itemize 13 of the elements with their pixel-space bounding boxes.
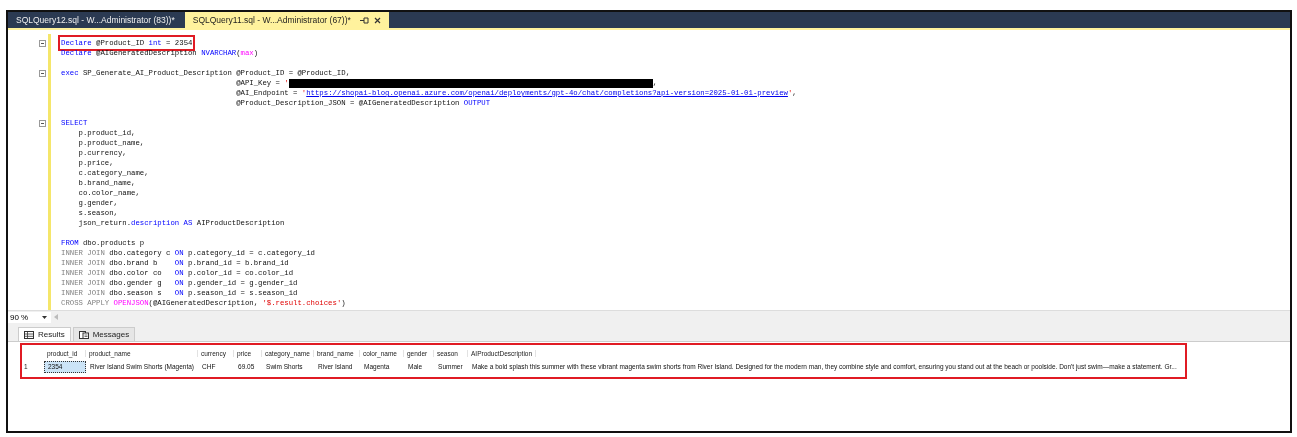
zoom-dropdown[interactable]: 90 % <box>8 311 52 323</box>
collapse-icon[interactable] <box>39 39 46 47</box>
collapse-icon[interactable] <box>39 69 46 77</box>
message-icon <box>78 330 89 339</box>
document-tab[interactable]: SQLQuery12.sql - W...Administrator (83))* <box>8 12 183 28</box>
grid-icon <box>24 330 34 339</box>
document-tab[interactable]: SQLQuery11.sql - W...Administrator (67))* <box>184 12 389 28</box>
results-tab[interactable]: Messages <box>72 327 136 341</box>
caret-icon <box>42 315 48 319</box>
pin-icon[interactable] <box>359 16 369 24</box>
results-tab[interactable]: Results <box>18 327 71 341</box>
collapse-icon[interactable] <box>39 119 46 127</box>
close-icon[interactable] <box>373 16 381 24</box>
